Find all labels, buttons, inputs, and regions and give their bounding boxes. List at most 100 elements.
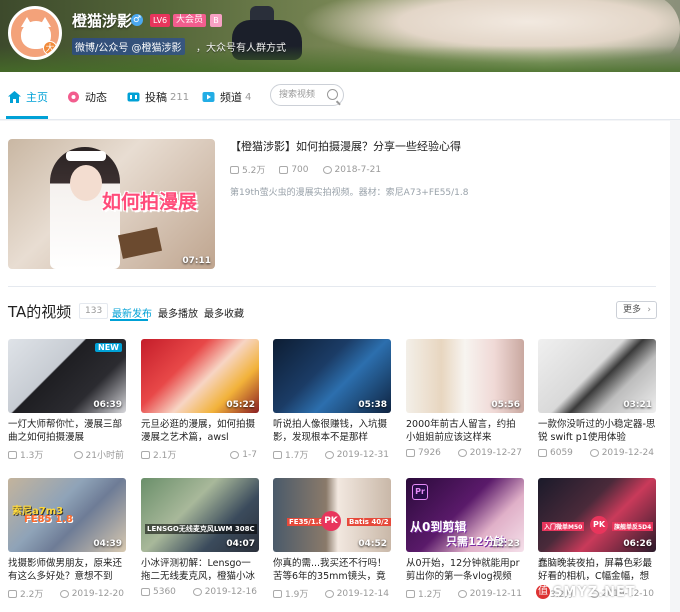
more-button[interactable]: 更多 ›	[616, 301, 657, 319]
play-icon	[141, 450, 150, 459]
thumbnail-overlay-text: PK	[321, 511, 341, 531]
video-thumbnail[interactable]: 05:22	[141, 339, 259, 413]
play-count: 1.7万	[285, 451, 309, 461]
tab-most-favorited[interactable]: 最多收藏	[204, 305, 244, 320]
featured-video-title[interactable]: 【橙猫涉影】如何拍摄漫展？分享一些经验心得	[230, 138, 461, 154]
video-title[interactable]: 一款你没听过的小稳定器-思锐 swift p1使用体验	[538, 418, 656, 444]
video-card[interactable]: 03:21 一款你没听过的小稳定器-思锐 swift p1使用体验 6059 20…	[538, 339, 656, 458]
tab-dynamic[interactable]: 动态	[67, 88, 107, 106]
tab-channel-label: 频道	[220, 91, 242, 104]
thumbnail-overlay-text: Batis 40/2	[347, 518, 391, 526]
tab-dynamic-label: 动态	[85, 91, 107, 104]
clock-icon	[230, 450, 240, 459]
video-card[interactable]: 05:22 元旦必逛的漫展，如何拍摄漫展之艺术篇，awsl 2.1万 1-7	[141, 339, 259, 461]
video-thumbnail[interactable]: LENSGO无线麦克风LWM 308C 04:07	[141, 478, 259, 552]
thumbnail-overlay-text: FE35/1.8	[287, 518, 326, 526]
video-icon	[127, 92, 140, 102]
video-card[interactable]: FE35/1.8 PK Batis 40/2 04:52 你真的需...我买还不…	[273, 478, 391, 600]
video-thumbnail[interactable]: 05:38	[273, 339, 391, 413]
thumbnail-overlay-text: 入门微单M50	[542, 522, 585, 531]
video-title[interactable]: 听说拍人像很赚钱，入坑摄影，发现根本不是那样	[273, 418, 391, 444]
clock-icon	[457, 589, 467, 598]
channel-icon	[202, 92, 215, 102]
user-sign-tail: ，大众号有人群方式	[196, 43, 286, 54]
flower-icon	[68, 91, 79, 103]
video-thumbnail[interactable]: 03:21	[538, 339, 656, 413]
tab-channel[interactable]: 频道 4	[202, 88, 251, 106]
video-thumbnail[interactable]: NEW 06:39	[8, 339, 126, 413]
search-icon[interactable]	[327, 89, 338, 100]
tab-home[interactable]: 主页	[8, 88, 48, 106]
tab-most-played[interactable]: 最多播放	[158, 305, 198, 320]
publish-time: 21小时前	[85, 451, 124, 461]
publish-time: 2019-12-27	[469, 448, 522, 458]
danmaku-count: 700	[291, 164, 309, 175]
video-title[interactable]: 小冰评测初解：Lensgo一拖二无线麦克风，橙猫小冰可	[141, 557, 259, 583]
clock-icon	[73, 450, 83, 459]
video-card[interactable]: 05:38 听说拍人像很赚钱，入坑摄影，发现根本不是那样 1.7万 2019-12…	[273, 339, 391, 461]
video-thumbnail[interactable]: FE35/1.8 PK Batis 40/2 04:52	[273, 478, 391, 552]
play-count: 1.2万	[418, 590, 442, 600]
publish-time: 2019-12-24	[601, 448, 654, 458]
play-icon	[141, 588, 150, 596]
video-title[interactable]: 找摄影师做男朋友，原来还有这么多好处？意想不到	[8, 557, 126, 583]
clock-icon	[457, 449, 467, 457]
video-duration: 05:56	[491, 400, 520, 410]
thumbnail-image	[70, 165, 102, 201]
featured-video-thumbnail[interactable]: 如何拍漫展 07:11	[8, 139, 215, 269]
video-duration: 04:07	[226, 539, 255, 549]
video-thumbnail[interactable]: 05:56	[406, 339, 524, 413]
video-card[interactable]: 入门微单M50 PK 旗舰单反5D4 06:26 蠢脑晚装夜拍，屏幕色彩最好看的…	[538, 478, 656, 600]
thumbnail-overlay-text: PK	[590, 516, 608, 534]
active-tab-indicator	[6, 116, 48, 119]
play-count: 2.1万	[153, 451, 177, 461]
thumbnail-image	[117, 227, 163, 259]
play-count: 5360	[153, 587, 176, 597]
user-name: 橙猫涉影	[72, 12, 133, 30]
danmaku-icon	[279, 165, 289, 174]
play-count: 1.3万	[20, 451, 44, 461]
user-sign: 微博/公众号 @橙猫涉影	[72, 38, 185, 55]
video-duration: 05:38	[358, 400, 387, 410]
divider	[8, 286, 656, 287]
publish-time: 1-7	[242, 449, 257, 460]
vip-badge[interactable]: 大会员	[173, 14, 207, 27]
video-duration: 04:52	[358, 539, 387, 549]
section-count: 133	[79, 303, 109, 319]
tab-channel-count: 4	[245, 91, 252, 103]
clock-icon	[192, 588, 202, 596]
play-icon	[8, 450, 17, 459]
featured-video-meta: 5.2万 700 2018-7-21	[230, 163, 381, 176]
video-thumbnail[interactable]: 索尼a7m3 FE85 1.8 04:39	[8, 478, 126, 552]
video-card[interactable]: Pr 从0到剪辑 只需12分钟 12:23 从0开始，12分钟就能用pr剪出你的…	[406, 478, 524, 600]
avatar[interactable]: 大	[8, 6, 62, 60]
featured-video-desc: 第19th萤火虫的漫展实拍视频。器材：索尼A73+FE55/1.8	[230, 188, 469, 198]
video-card[interactable]: LENSGO无线麦克风LWM 308C 04:07 小冰评测初解：Lensgo一…	[141, 478, 259, 597]
male-icon: ♂	[131, 14, 143, 26]
video-card[interactable]: 索尼a7m3 FE85 1.8 04:39 找摄影师做男朋友，原来还有这么多好处…	[8, 478, 126, 600]
tab-latest[interactable]: 最新发布	[112, 305, 152, 320]
video-title[interactable]: 元旦必逛的漫展，如何拍摄漫展之艺术篇，awsl	[141, 418, 259, 444]
play-count: 7926	[418, 448, 441, 458]
thumbnail-overlay-text: LENSGO无线麦克风LWM 308C	[145, 524, 257, 534]
publish-date: 2018-7-21	[334, 164, 382, 175]
video-title[interactable]: 2000年前古人留言，约拍小姐姐前应该这样来	[406, 418, 524, 444]
home-icon	[8, 91, 21, 103]
video-thumbnail[interactable]: Pr 从0到剪辑 只需12分钟 12:23	[406, 478, 524, 552]
video-card[interactable]: 05:56 2000年前古人留言，约拍小姐姐前应该这样来 7926 2019-12…	[406, 339, 524, 458]
video-duration: 12:23	[491, 539, 520, 549]
tab-submit[interactable]: 投稿 211	[127, 88, 189, 106]
play-icon	[273, 450, 282, 459]
video-title[interactable]: 你真的需...我买还不行吗！苦等6年的35mm镜头，竟是这	[273, 557, 391, 583]
search-input[interactable]: 搜索视频	[270, 84, 344, 106]
video-title[interactable]: 蠢脑晚装夜拍，屏幕色彩最好看的相机，C幅金幅，想好买	[538, 557, 656, 583]
tab-submit-count: 211	[170, 91, 190, 103]
video-card[interactable]: NEW 06:39 一灯大师帮你忙，漫展三部曲之如何拍摄漫展 1.3万 21小时前	[8, 339, 126, 461]
video-thumbnail[interactable]: 入门微单M50 PK 旗舰单反5D4 06:26	[538, 478, 656, 552]
more-label: 更多	[623, 305, 642, 315]
video-title[interactable]: 一灯大师帮你忙，漫展三部曲之如何拍摄漫展	[8, 418, 126, 444]
play-icon	[406, 449, 415, 457]
video-duration: 06:39	[93, 400, 122, 410]
video-title[interactable]: 从0开始，12分钟就能用pr剪出你的第一条vlog视频	[406, 557, 524, 583]
tab-home-label: 主页	[26, 91, 48, 104]
